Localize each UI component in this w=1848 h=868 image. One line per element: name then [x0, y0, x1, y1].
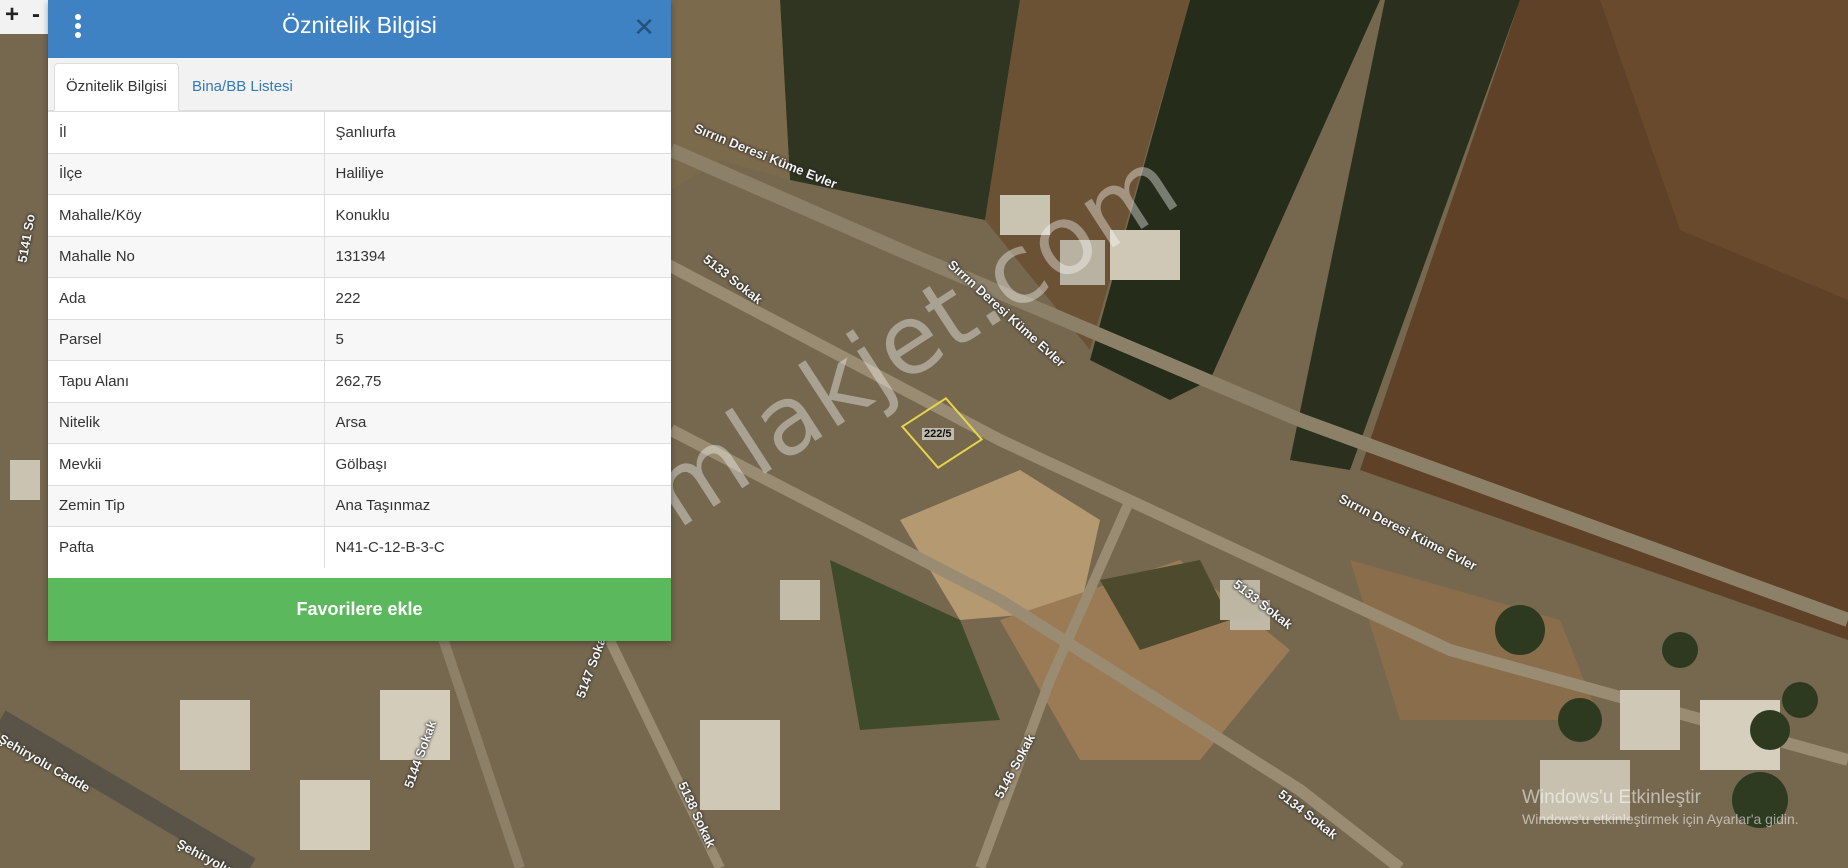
tab-attribute-info[interactable]: Öznitelik Bilgisi	[54, 63, 179, 111]
windows-activation-notice: Windows'u Etkinleştir Windows'u etkinleş…	[1522, 787, 1799, 827]
attribute-key: Pafta	[48, 526, 325, 568]
panel-title: Öznitelik Bilgisi	[282, 12, 437, 38]
table-row: Mahalle/Köy Konuklu	[48, 194, 671, 236]
table-row: Ada 222	[48, 277, 671, 319]
attribute-key: Tapu Alanı	[48, 360, 325, 402]
attribute-panel: Öznitelik Bilgisi ✕ Öznitelik Bilgisi Bi…	[48, 0, 671, 641]
panel-tabs: Öznitelik Bilgisi Bina/BB Listesi	[48, 58, 671, 111]
table-row: İlçe Haliliye	[48, 152, 671, 195]
attribute-key: İl	[48, 111, 325, 153]
attribute-key: Mevkii	[48, 443, 325, 485]
table-row: Pafta N41-C-12-B-3-C	[48, 526, 671, 568]
tab-building-list[interactable]: Bina/BB Listesi	[181, 63, 304, 110]
attribute-key: Ada	[48, 277, 325, 319]
table-row: Nitelik Arsa	[48, 401, 671, 444]
attribute-value: Ana Taşınmaz	[324, 484, 671, 527]
attribute-key: Parsel	[48, 318, 325, 361]
attribute-value: Konuklu	[324, 194, 671, 236]
panel-header: Öznitelik Bilgisi ✕	[48, 0, 671, 58]
table-row: Zemin Tip Ana Taşınmaz	[48, 484, 671, 527]
parcel-label: 222/5	[922, 428, 954, 440]
attribute-value: 5	[324, 318, 671, 361]
table-row: Mahalle No 131394	[48, 235, 671, 278]
attribute-key: Nitelik	[48, 401, 325, 444]
attribute-value: 131394	[324, 235, 671, 278]
activation-subtitle: Windows'u etkinleştirmek için Ayarlar'a …	[1522, 811, 1799, 827]
zoom-out-button[interactable]: -	[24, 0, 48, 34]
zoom-controls: + -	[0, 0, 48, 34]
attribute-key: İlçe	[48, 152, 325, 195]
table-row: Tapu Alanı 262,75	[48, 360, 671, 402]
attribute-value: N41-C-12-B-3-C	[324, 526, 671, 568]
table-row: Mevkii Gölbaşı	[48, 443, 671, 485]
attribute-key: Mahalle/Köy	[48, 194, 325, 236]
attribute-value: 262,75	[324, 360, 671, 402]
attribute-key: Mahalle No	[48, 235, 325, 278]
attribute-value: Arsa	[324, 401, 671, 444]
attribute-value: Haliliye	[324, 152, 671, 195]
attribute-key: Zemin Tip	[48, 484, 325, 527]
attribute-value: 222	[324, 277, 671, 319]
add-to-favorites-button[interactable]: Favorilere ekle	[48, 578, 671, 641]
table-row: İl Şanlıurfa	[48, 111, 671, 153]
attribute-value: Şanlıurfa	[324, 111, 671, 153]
attribute-value: Gölbaşı	[324, 443, 671, 485]
close-icon[interactable]: ✕	[633, 12, 655, 43]
zoom-in-button[interactable]: +	[0, 0, 24, 34]
attribute-table: İl Şanlıurfa İlçe Haliliye Mahalle/Köy Konukl…	[48, 111, 671, 568]
table-row: Parsel 5	[48, 318, 671, 361]
activation-title: Windows'u Etkinleştir	[1522, 787, 1701, 808]
